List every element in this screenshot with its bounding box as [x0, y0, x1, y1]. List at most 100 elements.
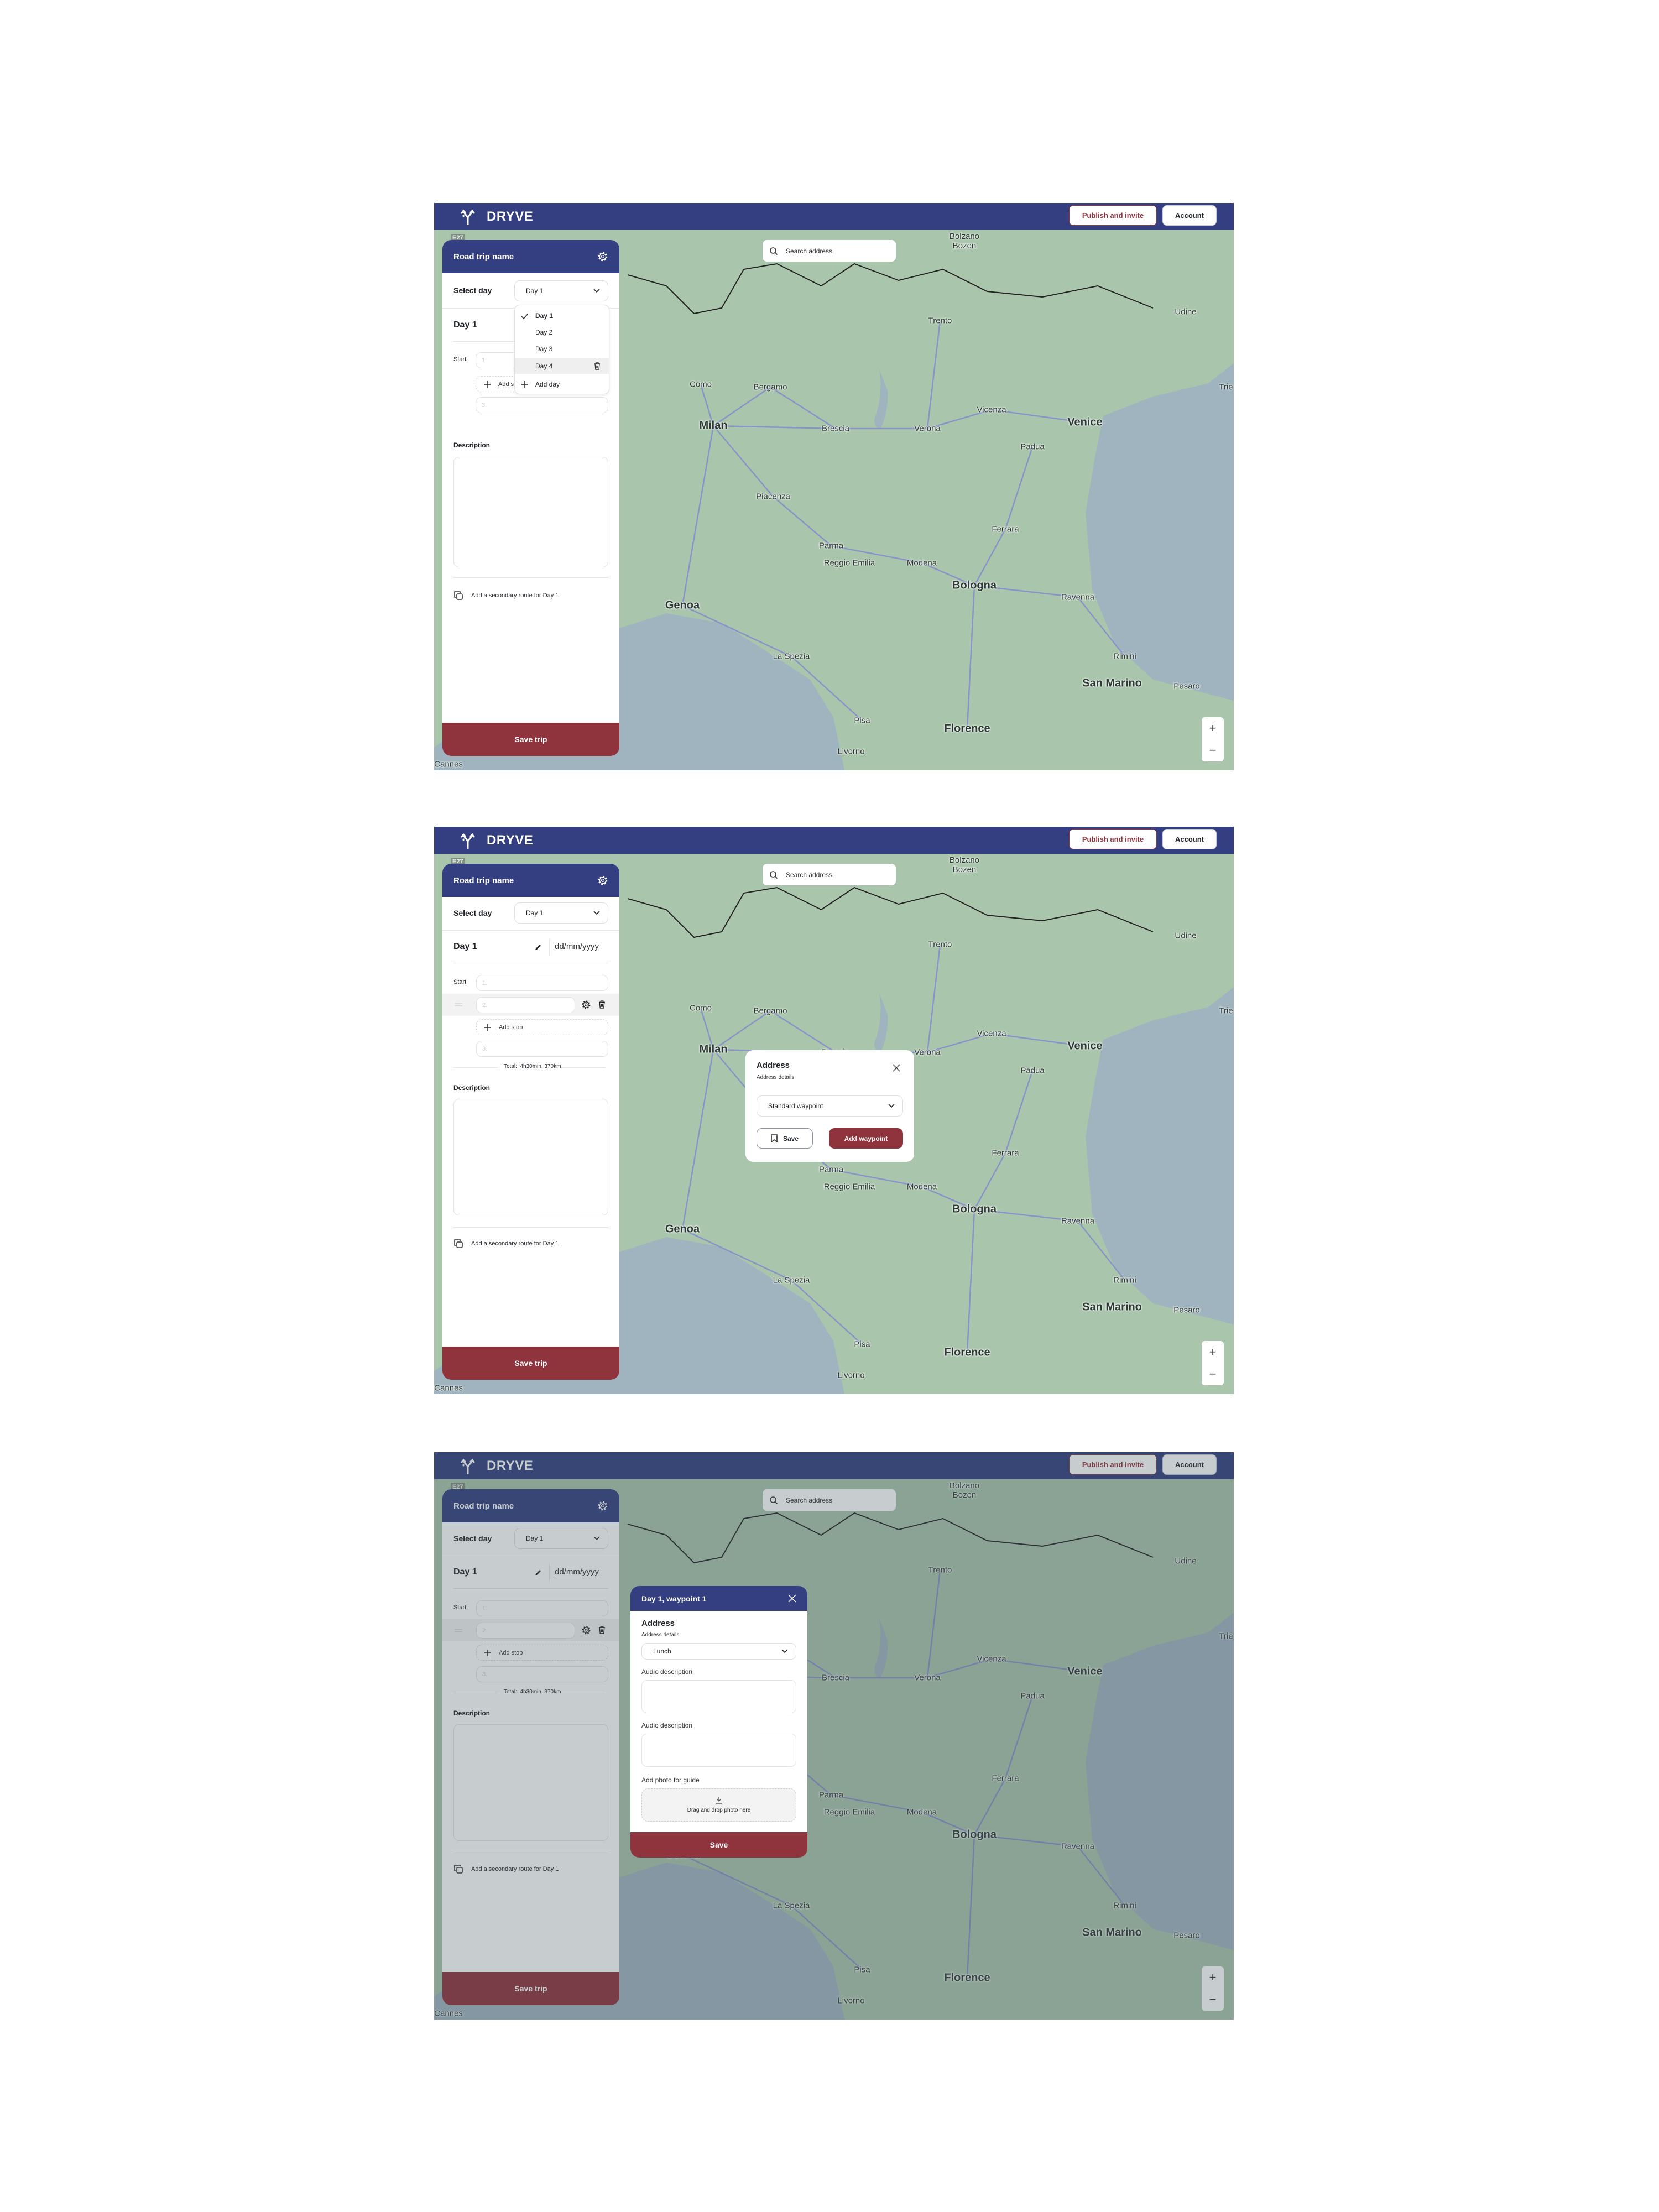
- gear-icon[interactable]: [597, 875, 608, 886]
- add-waypoint-button[interactable]: Add waypoint: [829, 1128, 903, 1149]
- gear-icon[interactable]: [597, 251, 608, 262]
- description-textarea[interactable]: [453, 1099, 608, 1215]
- map-label: Florence: [944, 722, 990, 735]
- day-dropdown-menu: Day 1 Day 2 Day 3 Day 4 Add day: [514, 305, 609, 394]
- waypoint-panel-title: Day 1, waypoint 1: [641, 1594, 707, 1603]
- map-label: Parma: [818, 1165, 844, 1175]
- zoom-out-button[interactable]: −: [1209, 1367, 1217, 1381]
- save-trip-button[interactable]: Save trip: [442, 723, 619, 756]
- map-label: Vicenza: [977, 405, 1006, 415]
- menu-item-day-2[interactable]: Day 2: [515, 325, 609, 340]
- add-secondary-route-button[interactable]: Add a secondary route for Day 1: [453, 1239, 559, 1249]
- add-stop-label: Add s: [498, 380, 514, 388]
- trip-sidebar: Road trip name Select day Day 1 Day 1 dd…: [442, 864, 619, 1380]
- search-address-input[interactable]: Search address: [763, 864, 896, 885]
- audio-description-input-2[interactable]: [641, 1734, 796, 1767]
- modal-backdrop[interactable]: [434, 1452, 1234, 2020]
- map-label: Bergamo: [753, 1006, 787, 1016]
- map-label: Como: [689, 1003, 712, 1013]
- day-select[interactable]: Day 1: [514, 280, 608, 301]
- save-trip-button[interactable]: Save trip: [442, 1347, 619, 1380]
- publish-and-invite-button[interactable]: Publish and invite: [1069, 829, 1157, 849]
- drag-handle-icon[interactable]: [455, 1003, 462, 1006]
- menu-item-label: Day 3: [535, 345, 553, 353]
- zoom-in-button[interactable]: +: [1209, 1345, 1217, 1359]
- screen-day-dropdown: Bolzano Bozen Trento Udine Trie Bergamo Como M…: [434, 203, 1234, 770]
- add-stop-button[interactable]: Add stop: [476, 1019, 608, 1035]
- add-stop-label: Add stop: [499, 1024, 523, 1031]
- map-label: Modena: [906, 1182, 937, 1192]
- map-label: Trento: [928, 316, 952, 326]
- audio-description-input-1[interactable]: [641, 1680, 796, 1713]
- account-button[interactable]: Account: [1162, 829, 1217, 849]
- stop-input-2[interactable]: 2.: [476, 997, 575, 1013]
- map-label: Ravenna: [1061, 592, 1095, 602]
- map-label: Bologna: [952, 579, 997, 592]
- map-label: Livorno: [837, 747, 865, 757]
- plus-icon: [484, 380, 491, 388]
- map-label: Genoa: [665, 599, 700, 612]
- add-day-button[interactable]: Add day: [515, 377, 609, 392]
- menu-item-day-4[interactable]: Day 4: [515, 358, 609, 374]
- day-select-value: Day 1: [526, 287, 544, 295]
- map-label: Parma: [818, 541, 844, 551]
- publish-and-invite-button[interactable]: Publish and invite: [1069, 205, 1157, 226]
- map-label: Milan: [699, 419, 728, 432]
- select-day-label: Select day: [453, 286, 492, 295]
- check-icon: [521, 312, 529, 319]
- map-label: Bolzano Bozen: [949, 855, 980, 874]
- photo-dropzone[interactable]: Drag and drop photo here: [641, 1788, 796, 1822]
- search-placeholder: Search address: [786, 247, 833, 255]
- secondary-route-label: Add a secondary route for Day 1: [471, 1240, 559, 1247]
- add-secondary-route-button[interactable]: Add a secondary route for Day 1: [453, 591, 559, 601]
- trip-name[interactable]: Road trip name: [453, 876, 514, 885]
- divider: [453, 577, 608, 578]
- pencil-icon[interactable]: [534, 943, 542, 951]
- map-label: Trie: [1219, 1006, 1233, 1016]
- map-label: Padua: [1020, 1066, 1045, 1076]
- zoom-in-button[interactable]: +: [1209, 721, 1217, 735]
- description-textarea[interactable]: [453, 457, 608, 567]
- sidebar-header: Road trip name: [442, 864, 619, 897]
- bookmark-icon: [771, 1134, 778, 1142]
- close-icon[interactable]: [788, 1594, 796, 1603]
- audio-description-label: Audio description: [641, 1721, 693, 1729]
- stop-input-3[interactable]: 3.: [476, 397, 608, 413]
- map-label: Brescia: [821, 424, 850, 434]
- save-waypoint-button[interactable]: Save: [630, 1832, 807, 1858]
- zoom-out-button[interactable]: −: [1209, 743, 1217, 758]
- waypoint-type-select[interactable]: Lunch: [641, 1643, 796, 1660]
- address-title: Address: [641, 1619, 675, 1628]
- divider: [453, 1227, 608, 1228]
- waypoint-type-select[interactable]: Standard waypoint: [757, 1095, 903, 1117]
- stop-input-1[interactable]: 1.: [476, 975, 608, 991]
- trash-icon[interactable]: [598, 1000, 606, 1009]
- day-select[interactable]: Day 1: [514, 902, 608, 924]
- date-input[interactable]: dd/mm/yyyy: [555, 942, 599, 951]
- menu-item-label: Day 2: [535, 328, 553, 336]
- copy-icon: [454, 591, 463, 600]
- total-label: Total:: [504, 1063, 517, 1070]
- map-label: Vicenza: [977, 1029, 1006, 1039]
- gear-icon[interactable]: [581, 1000, 591, 1010]
- map-label: Reggio Emilia: [823, 1182, 875, 1192]
- map-label: Pesaro: [1173, 1305, 1200, 1315]
- menu-item-day-1[interactable]: Day 1: [515, 308, 609, 324]
- trash-icon[interactable]: [594, 362, 601, 370]
- map-label: La Spezia: [773, 651, 810, 661]
- menu-item-day-3[interactable]: Day 3: [515, 341, 609, 357]
- map-label: Pisa: [854, 716, 870, 726]
- menu-item-label: Day 4: [535, 362, 553, 370]
- trip-name[interactable]: Road trip name: [453, 252, 514, 262]
- map-label: Bolzano Bozen: [949, 232, 980, 251]
- stop-row-2: 2.: [442, 994, 619, 1016]
- divider: [561, 1067, 606, 1068]
- save-address-button[interactable]: Save: [757, 1128, 813, 1149]
- search-address-input[interactable]: Search address: [763, 240, 896, 262]
- download-icon: [716, 1797, 722, 1804]
- map-label: Venice: [1067, 416, 1103, 429]
- stop-input-3[interactable]: 3.: [476, 1041, 608, 1057]
- map-label: Rimini: [1113, 651, 1136, 661]
- account-button[interactable]: Account: [1162, 205, 1217, 226]
- close-icon[interactable]: [893, 1064, 900, 1072]
